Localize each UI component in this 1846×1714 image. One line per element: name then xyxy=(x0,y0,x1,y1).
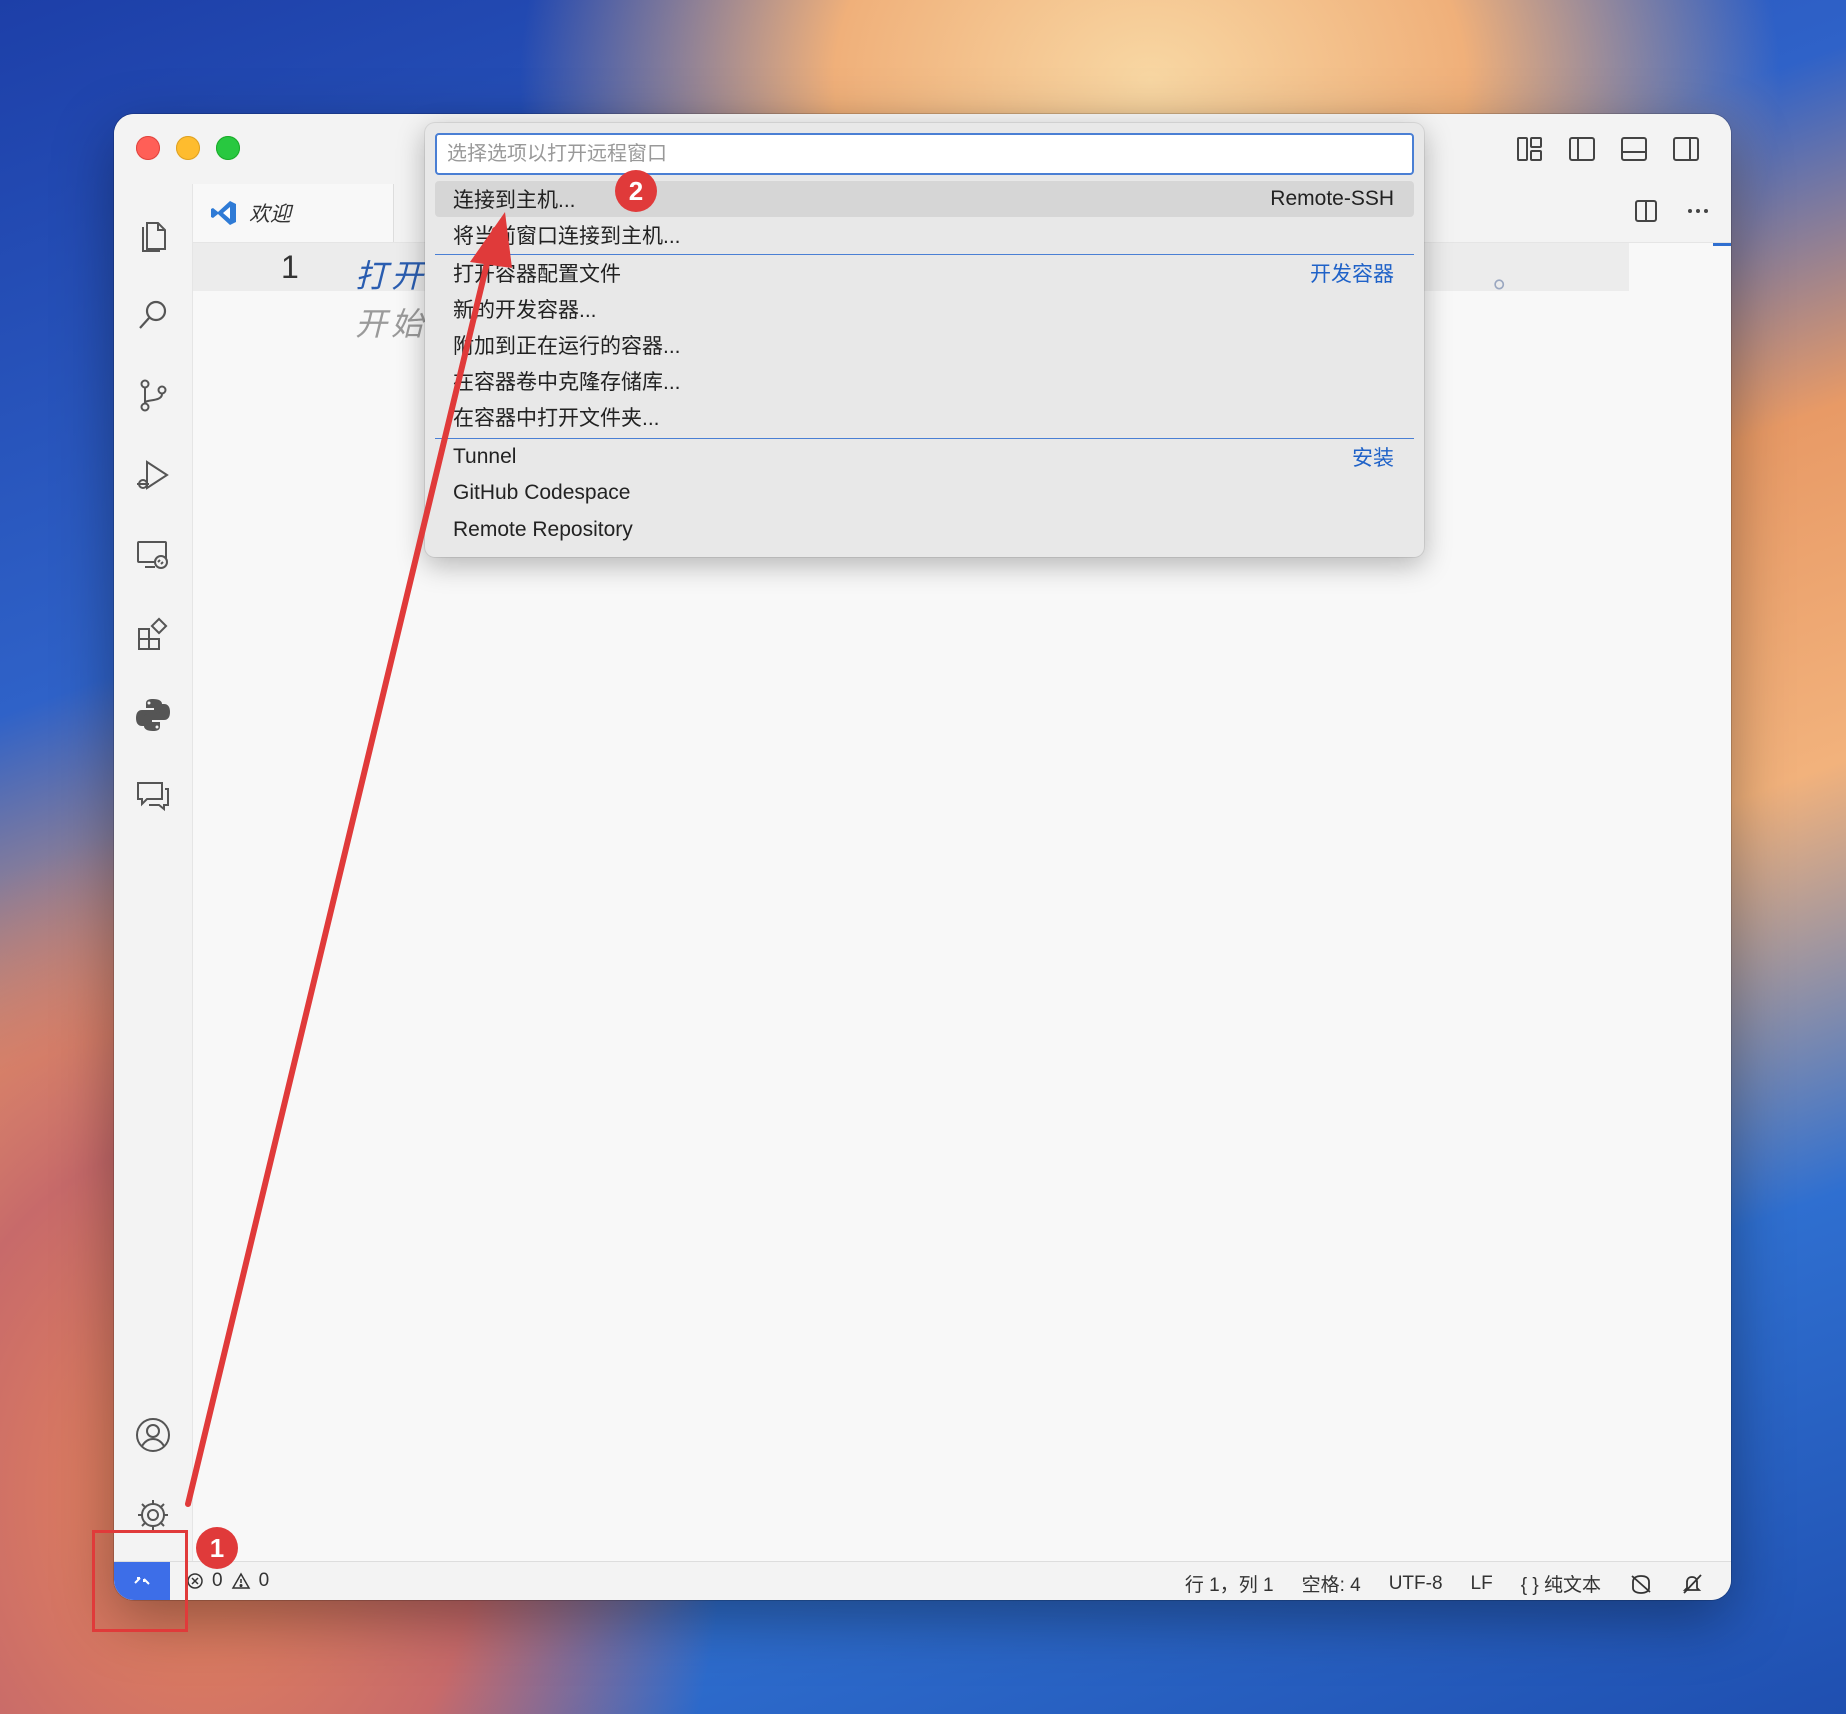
status-right-items: 行 1，列 1 空格: 4 UTF-8 LF { } 纯文本 xyxy=(1185,1570,1703,1597)
split-editor-icon[interactable] xyxy=(1633,198,1659,224)
tab-second[interactable] xyxy=(393,184,424,242)
extensions-icon[interactable] xyxy=(132,614,174,656)
qp-item-label: 附加到正在运行的容器... xyxy=(453,335,681,358)
qp-item-connect-current-window[interactable]: 将当前窗口连接到主机... xyxy=(435,217,1414,253)
toggle-panel-icon[interactable] xyxy=(1619,134,1649,164)
language-label: 纯文本 xyxy=(1543,1575,1601,1596)
scrollbar[interactable] xyxy=(1713,243,1731,246)
warning-count: 0 xyxy=(258,1570,270,1591)
line-number: 1 xyxy=(281,249,299,285)
editor-line-1: 打开 xyxy=(355,258,428,294)
qp-item-new-dev-container[interactable]: 新的开发容器... xyxy=(435,291,1414,327)
editor-actions xyxy=(1633,198,1711,224)
end-of-line[interactable]: LF xyxy=(1471,1573,1493,1595)
maximize-window-button[interactable] xyxy=(216,136,240,160)
qp-item-label: 在容器中打开文件夹... xyxy=(453,407,660,430)
qp-item-label: GitHub Codespace xyxy=(453,481,631,504)
remote-quick-pick: 连接到主机... Remote-SSH 将当前窗口连接到主机... 打开容器配置… xyxy=(425,123,1424,557)
qp-item-remote-repository[interactable]: Remote Repository xyxy=(435,512,1414,548)
braces-icon: { } xyxy=(1520,1575,1539,1596)
language-mode[interactable]: { } 纯文本 xyxy=(1521,1570,1601,1597)
annotation-step-2: 2 xyxy=(615,170,657,212)
customize-layout-icon[interactable] xyxy=(1515,134,1545,164)
qp-item-open-folder-container[interactable]: 在容器中打开文件夹... xyxy=(435,399,1414,435)
qp-item-tag: 开发容器 xyxy=(1310,263,1394,286)
qp-item-label: Tunnel xyxy=(453,445,517,468)
indentation[interactable]: 空格: 4 xyxy=(1302,1570,1361,1597)
qp-item-label: 将当前窗口连接到主机... xyxy=(453,225,681,248)
minimize-window-button[interactable] xyxy=(176,136,200,160)
qp-item-label: 新的开发容器... xyxy=(453,299,597,322)
error-icon xyxy=(187,1573,203,1589)
more-actions-icon[interactable] xyxy=(1685,198,1711,224)
qp-item-tag: Remote-SSH xyxy=(1270,187,1394,210)
notifications-muted-icon[interactable] xyxy=(1681,1573,1703,1595)
accounts-icon[interactable] xyxy=(132,1414,174,1456)
tab-welcome-label: 欢迎 xyxy=(249,203,291,226)
run-debug-icon[interactable] xyxy=(132,454,174,496)
problems-indicator[interactable]: 0 0 xyxy=(186,1570,269,1592)
annotation-highlight-box xyxy=(92,1530,188,1632)
search-icon[interactable] xyxy=(132,294,174,336)
copilot-icon[interactable] xyxy=(1629,1573,1653,1595)
cursor-position[interactable]: 行 1，列 1 xyxy=(1185,1570,1274,1597)
qp-item-label: Remote Repository xyxy=(453,518,633,541)
encoding[interactable]: UTF-8 xyxy=(1389,1573,1443,1595)
quick-pick-input[interactable] xyxy=(435,133,1414,175)
editor-line-1-tail: 。 xyxy=(1493,258,1526,294)
annotation-step-1: 1 xyxy=(196,1527,238,1569)
tab-welcome[interactable]: 欢迎 xyxy=(193,184,393,242)
qp-item-connect-host[interactable]: 连接到主机... Remote-SSH xyxy=(435,181,1414,217)
close-window-button[interactable] xyxy=(136,136,160,160)
toggle-secondary-sidebar-icon[interactable] xyxy=(1671,134,1701,164)
activity-bar xyxy=(114,184,193,1562)
chat-icon[interactable] xyxy=(132,774,174,816)
layout-controls xyxy=(1515,134,1701,164)
explorer-icon[interactable] xyxy=(132,214,174,256)
status-bar: 0 0 行 1，列 1 空格: 4 UTF-8 LF { } 纯文本 xyxy=(114,1561,1731,1600)
qp-item-clone-volume[interactable]: 在容器卷中克隆存储库... xyxy=(435,363,1414,399)
python-icon[interactable] xyxy=(132,694,174,736)
qp-item-label: 连接到主机... xyxy=(453,189,576,212)
qp-item-tag: 安装 xyxy=(1352,447,1394,470)
vscode-logo-icon xyxy=(211,201,236,225)
qp-item-attach-container[interactable]: 附加到正在运行的容器... xyxy=(435,327,1414,363)
qp-item-tunnel[interactable]: Tunnel 安装 xyxy=(435,439,1414,475)
qp-item-label: 打开容器配置文件 xyxy=(453,263,621,286)
qp-item-github-codespace[interactable]: GitHub Codespace xyxy=(435,475,1414,511)
qp-item-label: 在容器卷中克隆存储库... xyxy=(453,371,681,394)
remote-explorer-icon[interactable] xyxy=(132,534,174,576)
source-control-icon[interactable] xyxy=(132,374,174,416)
error-count: 0 xyxy=(212,1570,223,1591)
qp-item-open-container-config[interactable]: 打开容器配置文件 开发容器 xyxy=(435,255,1414,291)
toggle-primary-sidebar-icon[interactable] xyxy=(1567,134,1597,164)
editor-line-2-ghost: 开始 xyxy=(355,306,428,342)
warning-icon xyxy=(231,1572,250,1589)
